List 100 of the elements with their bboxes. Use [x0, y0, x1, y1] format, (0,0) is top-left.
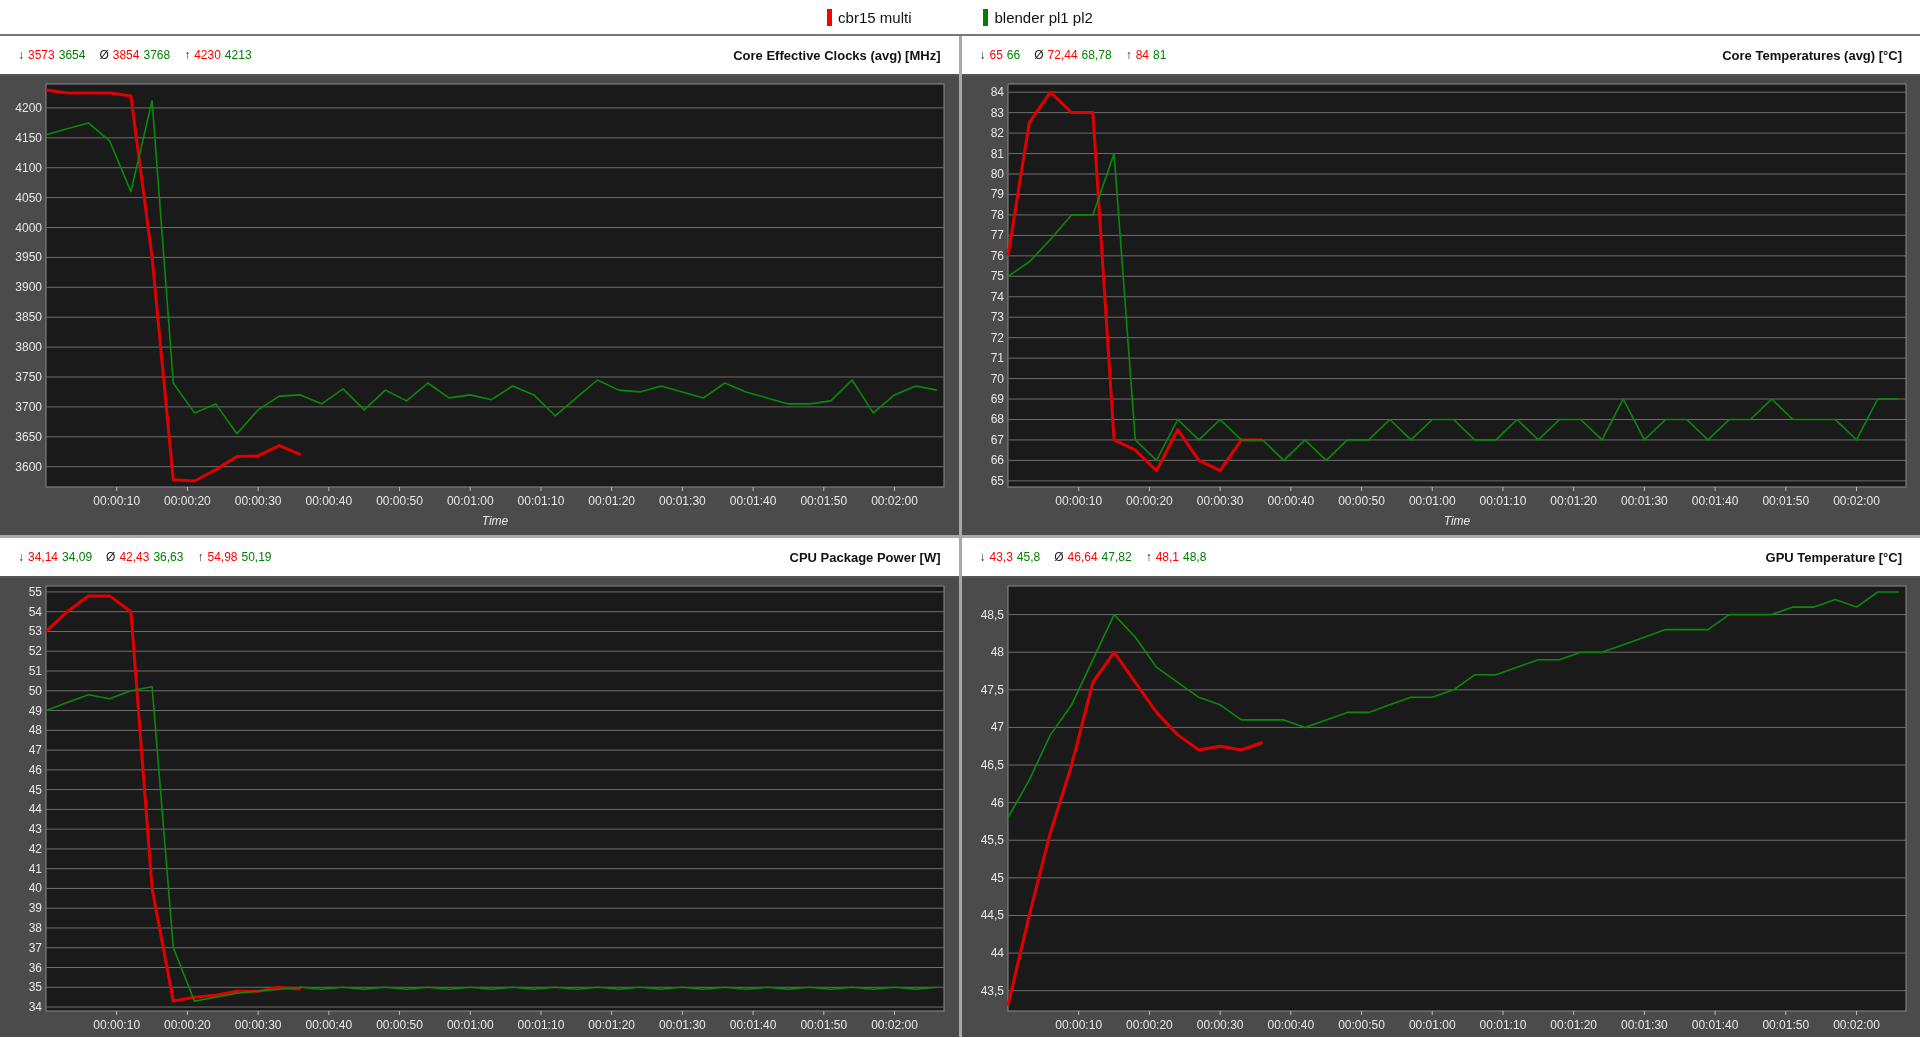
stat-value: 42,43 [119, 550, 150, 564]
axis-tick-label: 39 [28, 901, 42, 916]
stat-value: 4213 [224, 48, 252, 62]
axis-tick-label: 00:01:10 [517, 1018, 565, 1032]
axis-tick-label: 4100 [15, 160, 42, 175]
axis-tick-label: 00:01:30 [1620, 1018, 1668, 1032]
stat-symbol: Ø [1034, 48, 1044, 62]
axis-tick-label: 4200 [15, 100, 42, 115]
axis-tick-label: 00:00:50 [1337, 1018, 1385, 1032]
axis-tick-label: 47 [990, 720, 1004, 735]
axis-tick-label: 41 [28, 861, 42, 876]
axis-tick-label: 74 [990, 289, 1004, 304]
axis-tick-label: 37 [28, 940, 42, 955]
axis-tick-label: 35 [28, 980, 42, 995]
stat-symbol: ↑ [184, 48, 191, 62]
stat-value: 81 [1153, 48, 1167, 62]
axis-tick-label: 00:01:20 [588, 494, 636, 508]
axis-tick-label: 34 [28, 1000, 42, 1015]
axis-tick-label: 52 [28, 644, 42, 659]
axis-tick-label: 00:01:10 [1479, 494, 1526, 508]
stat-value: 3768 [143, 48, 171, 62]
axis-tick-label: 44,5 [980, 908, 1004, 923]
axis-tick-label: 46,5 [980, 758, 1004, 773]
axis-title: Time [481, 514, 509, 528]
axis-tick-label: 00:00:50 [376, 494, 423, 508]
stat-symbol: Ø [1054, 550, 1064, 564]
stat-value: 36,63 [153, 550, 184, 564]
axis-tick-label: 73 [990, 310, 1004, 325]
stat-symbol: ↓ [18, 48, 24, 62]
stat-value: 47,82 [1101, 550, 1132, 564]
axis-tick-label: 48,5 [980, 607, 1004, 622]
stat-value: 46,64 [1067, 550, 1098, 564]
axis-tick-label: 44 [990, 946, 1004, 961]
stat-value: 72,44 [1047, 48, 1078, 62]
axis-tick-label: 00:01:40 [729, 494, 777, 508]
stat-value: 45,8 [1016, 550, 1041, 564]
axis-tick-label: 4150 [15, 130, 42, 145]
axis-tick-label: 00:01:50 [800, 494, 848, 508]
axis-tick-label: 00:01:40 [1691, 494, 1738, 508]
axis-tick-label: 78 [990, 207, 1004, 222]
axis-tick-label: 48 [990, 645, 1004, 660]
axis-tick-label: 46 [28, 762, 42, 777]
axis-tick-label: 00:00:10 [93, 1018, 141, 1032]
axis-tick-label: 00:00:10 [1054, 1018, 1102, 1032]
stat-symbol: ↑ [1125, 48, 1132, 62]
stat-symbol: ↓ [979, 48, 986, 62]
stat-value: 3573 [28, 48, 55, 62]
axis-tick-label: 83 [990, 105, 1004, 120]
axis-tick-label: 3850 [15, 310, 42, 325]
axis-tick-label: 3600 [15, 459, 42, 474]
axis-tick-label: 68 [990, 412, 1004, 427]
axis-tick-label: 55 [28, 584, 42, 599]
stat-value: 50,19 [241, 550, 272, 564]
axis-tick-label: 00:00:40 [1267, 1018, 1314, 1032]
axis-tick-label: 65 [990, 473, 1004, 488]
axis-tick-label: 00:01:50 [800, 1018, 848, 1032]
stat-value: 3654 [58, 48, 86, 62]
axis-tick-label: 00:00:30 [1196, 1018, 1243, 1032]
axis-tick-label: 4000 [15, 220, 42, 235]
legend-label: blender pl1 pl2 [994, 8, 1093, 26]
axis-tick-label: 00:01:00 [446, 1018, 494, 1032]
axis-tick-label: 00:01:30 [659, 494, 706, 508]
axis-tick-label: 53 [28, 624, 42, 639]
chart-title: Core Effective Clocks (avg) [MHz] [733, 47, 941, 63]
axis-tick-label: 00:01:40 [1691, 1018, 1738, 1032]
axis-tick-label: 81 [990, 146, 1004, 161]
axis-tick-label: 00:01:20 [1549, 1018, 1597, 1032]
axis-tick-label: 50 [28, 683, 42, 698]
axis-tick-label: 00:00:30 [234, 1018, 282, 1032]
axis-tick-label: 82 [990, 126, 1004, 141]
axis-tick-label: 45 [990, 870, 1004, 885]
stat-value: 54,98 [207, 550, 238, 564]
axis-tick-label: 40 [28, 881, 42, 896]
axis-tick-label: 00:00:50 [1337, 494, 1385, 508]
axis-tick-label: 36 [28, 960, 42, 975]
axis-tick-label: 00:00:10 [1054, 494, 1102, 508]
axis-tick-label: 45 [28, 782, 42, 797]
axis-tick-label: 48 [28, 723, 42, 738]
axis-tick-label: 54 [28, 604, 42, 619]
axis-tick-label: 3950 [15, 250, 42, 265]
axis-tick-label: 4050 [15, 190, 42, 205]
stat-value: 65 [989, 48, 1003, 62]
stat-value: 3854 [112, 48, 140, 62]
axis-title: Time [1443, 514, 1470, 528]
axis-tick-label: 47,5 [980, 682, 1004, 697]
axis-tick-label: 00:00:20 [1125, 494, 1173, 508]
axis-tick-label: 00:01:10 [517, 494, 565, 508]
axis-tick-label: 00:01:00 [1408, 1018, 1456, 1032]
stat-value: 48,1 [1155, 550, 1179, 564]
axis-tick-label: 00:01:40 [729, 1018, 777, 1032]
axis-tick-label: 49 [28, 703, 42, 718]
axis-tick-label: 00:00:30 [234, 494, 282, 508]
axis-tick-label: 00:00:20 [1125, 1018, 1173, 1032]
axis-tick-label: 67 [990, 432, 1004, 447]
axis-tick-label: 70 [990, 371, 1004, 386]
chart-title: Core Temperatures (avg) [°C] [1722, 47, 1902, 63]
axis-tick-label: 00:02:00 [871, 494, 918, 508]
axis-tick-label: 46 [990, 795, 1004, 810]
stat-value: 66 [1006, 48, 1021, 62]
axis-tick-label: 00:01:20 [588, 1018, 636, 1032]
